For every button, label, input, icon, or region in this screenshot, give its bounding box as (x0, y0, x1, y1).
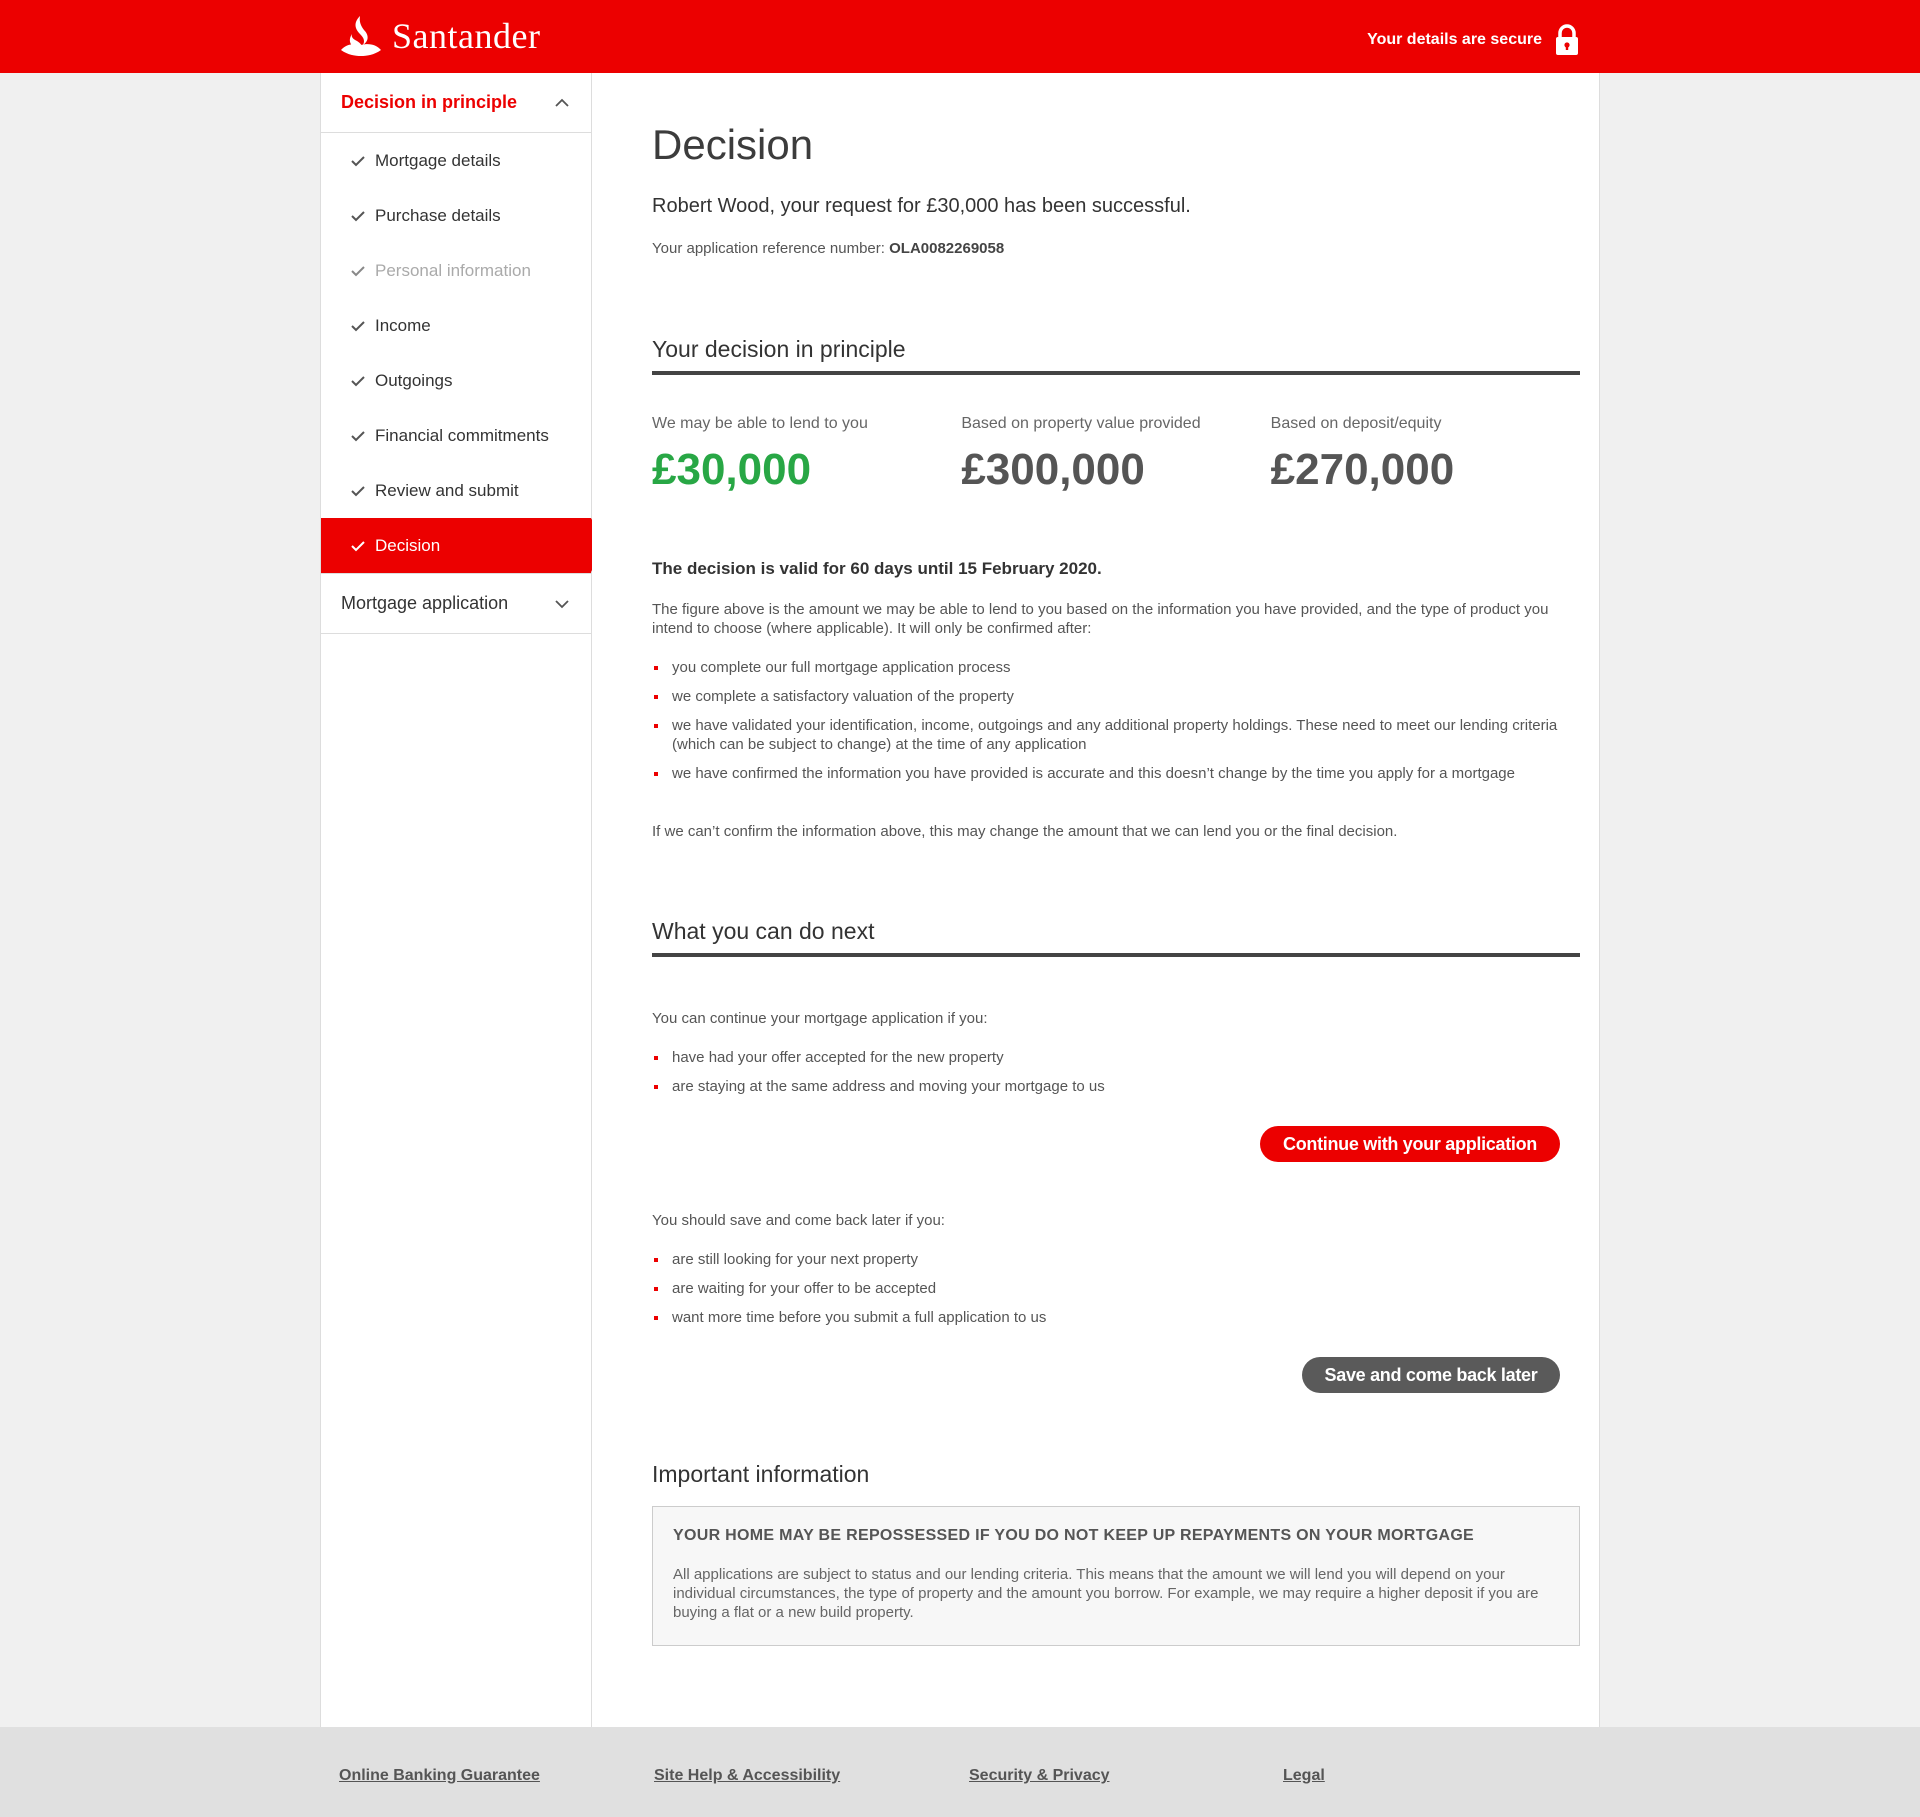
step-label: Mortgage details (375, 150, 501, 170)
chevron-down-icon (555, 599, 569, 608)
step-list: Mortgage details Purchase details Person… (321, 133, 605, 574)
section-title: Decision in principle (341, 92, 518, 112)
step-personal-information: Personal information (321, 243, 591, 298)
secure-text: Your details are secure (1367, 31, 1542, 48)
list-item: you complete our full mortgage applicati… (652, 658, 1580, 677)
step-financial-commitments[interactable]: Financial commitments (321, 408, 591, 463)
figure-label: We may be able to lend to you (652, 415, 868, 432)
figure-value: £300,000 (961, 445, 1145, 494)
step-label: Personal information (375, 260, 531, 280)
list-item: want more time before you submit a full … (652, 1308, 1580, 1327)
decision-figures: We may be able to lend to you £30,000 Ba… (652, 415, 1580, 495)
chevron-up-icon (555, 98, 569, 107)
step-label: Purchase details (375, 205, 501, 225)
property-value: Based on property value provided £300,00… (961, 415, 1270, 495)
lend-amount: We may be able to lend to you £30,000 (652, 415, 961, 495)
list-item: are still looking for your next property (652, 1250, 1580, 1269)
santander-flame-icon (341, 16, 381, 56)
step-decision[interactable]: Decision (321, 518, 605, 573)
save-reasons-list: are still looking for your next property… (652, 1250, 1580, 1337)
brand-name: Santander (392, 16, 541, 56)
validity-notice: The decision is valid for 60 days until … (652, 559, 1102, 578)
footer-link-online-banking-guarantee[interactable]: Online Banking Guarantee (339, 1767, 540, 1785)
footer: Online Banking Guarantee Site Help & Acc… (0, 1727, 1920, 1817)
list-item: we have validated your identification, i… (652, 716, 1580, 754)
list-item: are waiting for your offer to be accepte… (652, 1279, 1580, 1298)
step-purchase-details[interactable]: Purchase details (321, 188, 591, 243)
warning-heading: YOUR HOME MAY BE REPOSSESSED IF YOU DO N… (673, 1527, 1475, 1544)
continue-reasons-list: have had your offer accepted for the new… (652, 1048, 1580, 1106)
list-item: have had your offer accepted for the new… (652, 1048, 1580, 1067)
santander-logo[interactable]: Santander (338, 14, 540, 58)
check-icon (351, 155, 365, 166)
figure-explanation: The figure above is the amount we may be… (652, 601, 1549, 637)
check-icon (351, 485, 365, 496)
footer-link-site-help-accessibility[interactable]: Site Help & Accessibility (654, 1767, 840, 1785)
figure-label: Based on deposit/equity (1270, 415, 1442, 432)
secure-indicator: Your details are secure (1367, 24, 1580, 56)
confirmation-note: If we can’t confirm the information abov… (652, 823, 1398, 840)
figure-value: £270,000 (1270, 445, 1455, 494)
step-outgoings[interactable]: Outgoings (321, 353, 591, 408)
deposit-equity: Based on deposit/equity £270,000 (1271, 415, 1580, 495)
success-message: Robert Wood, your request for £30,000 ha… (652, 195, 1191, 217)
step-review-and-submit[interactable]: Review and submit (321, 463, 591, 518)
reference-number: Your application reference number: OLA00… (652, 240, 1004, 257)
list-item: we complete a satisfactory valuation of … (652, 687, 1580, 706)
page-title: Decision (652, 121, 814, 168)
figure-label: Based on property value provided (961, 415, 1201, 432)
conditions-list: you complete our full mortgage applicati… (652, 658, 1580, 793)
footer-link-legal[interactable]: Legal (1283, 1767, 1325, 1785)
step-label: Outgoings (375, 370, 453, 390)
decision-in-principle-heading: Your decision in principle (652, 336, 1580, 375)
save-and-come-back-button[interactable]: Save and come back later (1302, 1357, 1560, 1393)
save-intro: You should save and come back later if y… (652, 1212, 945, 1229)
check-icon (351, 540, 365, 551)
step-label: Income (375, 315, 431, 335)
section-header-decision-in-principle[interactable]: Decision in principle (321, 73, 591, 133)
reference-value: OLA0082269058 (889, 240, 1005, 257)
step-income[interactable]: Income (321, 298, 591, 353)
repossession-warning-box: YOUR HOME MAY BE REPOSSESSED IF YOU DO N… (652, 1506, 1580, 1646)
step-label: Financial commitments (375, 425, 549, 445)
section-header-mortgage-application[interactable]: Mortgage application (321, 574, 591, 634)
what-next-heading: What you can do next (652, 918, 1580, 957)
step-label: Decision (375, 535, 441, 555)
lock-icon (1556, 24, 1578, 55)
important-information-heading: Important information (652, 1461, 870, 1487)
check-icon (351, 320, 365, 331)
check-icon (351, 210, 365, 221)
warning-text: All applications are subject to status a… (673, 1566, 1539, 1621)
progress-sidebar: Decision in principle Mortgage details P… (320, 73, 605, 1727)
list-item: we have confirmed the information you ha… (652, 764, 1580, 783)
main-content: Decision Robert Wood, your request for £… (592, 73, 1600, 1727)
footer-link-security-privacy[interactable]: Security & Privacy (969, 1767, 1110, 1785)
step-mortgage-details[interactable]: Mortgage details (321, 133, 591, 188)
section-title: Mortgage application (341, 593, 509, 613)
check-icon (351, 265, 365, 276)
continue-intro: You can continue your mortgage applicati… (652, 1010, 988, 1027)
check-icon (351, 430, 365, 441)
list-item: are staying at the same address and movi… (652, 1077, 1580, 1096)
continue-application-button[interactable]: Continue with your application (1260, 1126, 1560, 1162)
step-label: Review and submit (375, 480, 519, 500)
reference-label: Your application reference number: (652, 240, 885, 257)
figure-value: £30,000 (652, 445, 812, 494)
top-bar: Santander Your details are secure (0, 0, 1920, 73)
check-icon (351, 375, 365, 386)
